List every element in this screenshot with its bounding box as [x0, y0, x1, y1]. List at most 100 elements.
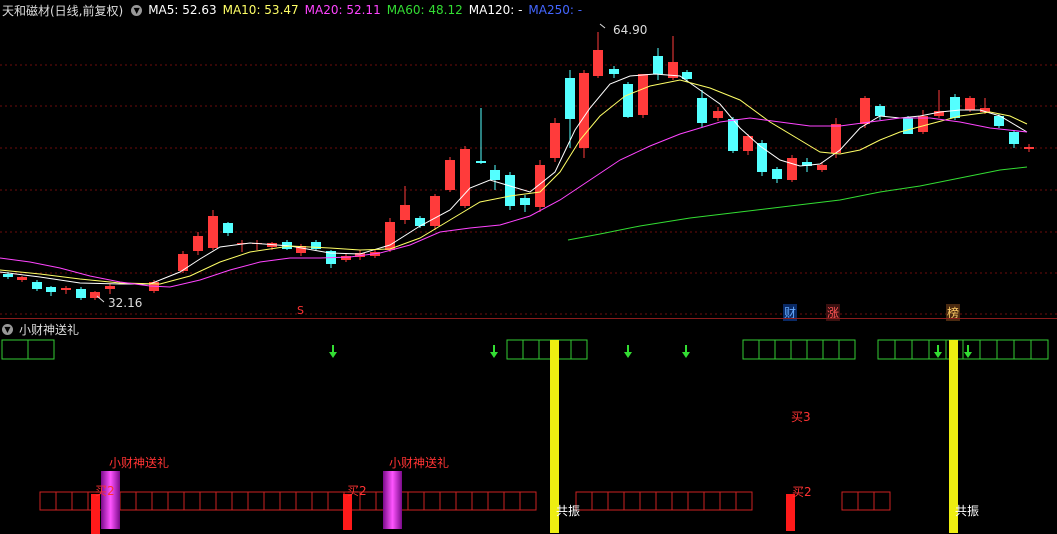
- ma60-label: MA60: 48.12: [386, 3, 463, 17]
- red-signal-box: [703, 491, 721, 511]
- ma20-label: MA20: 52.11: [304, 3, 381, 17]
- candle-body: [903, 118, 913, 134]
- candle-body: [490, 170, 500, 180]
- red-signal-box: [857, 491, 875, 511]
- indicator-label: 买2: [95, 484, 115, 498]
- candle-body: [476, 161, 486, 163]
- green-signal-box: [806, 339, 824, 360]
- candlestick-chart[interactable]: [0, 0, 1057, 318]
- ma250-label: MA250: -: [528, 3, 583, 17]
- candle-body: [860, 98, 870, 124]
- red-signal-box: [719, 491, 737, 511]
- green-signal-box: [758, 339, 776, 360]
- down-arrow-icon: [934, 352, 942, 358]
- green-signal-box: [570, 339, 588, 360]
- candle-body: [653, 56, 663, 74]
- chevron-down-icon[interactable]: ▼: [2, 323, 13, 335]
- indicator-label: 买3: [791, 410, 811, 424]
- red-signal-box: [607, 491, 625, 511]
- indicator-label: 小财神送礼: [109, 456, 170, 470]
- red-signal-box: [247, 491, 265, 511]
- candle-body: [208, 216, 218, 248]
- candle-body: [415, 218, 425, 226]
- candle-body: [638, 74, 648, 115]
- red-signal-box: [873, 491, 891, 511]
- candle-body: [697, 98, 707, 123]
- candle-body: [965, 98, 975, 110]
- green-signal-box: [962, 339, 981, 360]
- candle-body: [593, 50, 603, 76]
- red-signal-box: [591, 491, 609, 511]
- low-price-label: 32.16: [108, 296, 143, 310]
- candle-body: [193, 236, 203, 251]
- green-signal-box: [742, 339, 760, 360]
- candle-body: [713, 111, 723, 118]
- candle-body: [817, 165, 827, 170]
- red-signal-box: [735, 491, 753, 511]
- candle-body: [46, 287, 56, 292]
- red-signal-box: [455, 491, 473, 511]
- red-signal-box: [55, 491, 73, 511]
- main-chart-panel[interactable]: 天和磁材(日线,前复权) ▼ MA5: 52.63 MA10: 53.47 MA…: [0, 0, 1057, 321]
- candle-body: [17, 277, 27, 280]
- candle-body: [445, 160, 455, 190]
- ma60-line: [567, 166, 1028, 241]
- red-signal-box: [487, 491, 505, 511]
- red-signal-box: [167, 491, 185, 511]
- candle-body: [32, 282, 42, 289]
- ma120-label: MA120: -: [468, 3, 523, 17]
- candle-body: [1024, 147, 1034, 149]
- red-signal-box: [423, 491, 441, 511]
- candle-body: [831, 124, 841, 153]
- red-signal-box: [841, 491, 859, 511]
- red-signal-box: [311, 491, 329, 511]
- ma5-label: MA5: 52.63: [148, 3, 217, 17]
- red-signal-box: [71, 491, 89, 511]
- green-signal-box: [822, 339, 840, 360]
- candle-body: [520, 198, 530, 205]
- indicator-header: ▼ 小财神送礼: [0, 319, 85, 339]
- candle-body: [535, 165, 545, 207]
- candle-body: [105, 286, 115, 289]
- gift-bar: [383, 471, 402, 529]
- red-signal-box: [135, 491, 153, 511]
- candle-body: [76, 289, 86, 298]
- red-signal-box: [519, 491, 537, 511]
- green-signal-box: [1013, 339, 1032, 360]
- candle-body: [550, 123, 560, 158]
- down-arrow-icon: [624, 352, 632, 358]
- red-signal-box: [263, 491, 281, 511]
- candle-body: [178, 254, 188, 271]
- candle-body: [223, 223, 233, 233]
- indicator-label: 买2: [347, 484, 367, 498]
- down-arrow-icon: [329, 352, 337, 358]
- red-signal-box: [471, 491, 489, 511]
- red-signal-box: [199, 491, 217, 511]
- red-signal-box: [671, 491, 689, 511]
- main-chart-header: 天和磁材(日线,前复权) ▼ MA5: 52.63 MA10: 53.47 MA…: [0, 0, 588, 20]
- green-signal-box: [1, 339, 29, 360]
- green-signal-box: [838, 339, 856, 360]
- candle-body: [875, 106, 885, 116]
- green-signal-box: [877, 339, 896, 360]
- down-arrow-icon: [682, 352, 690, 358]
- red-signal-box: [439, 491, 457, 511]
- red-signal-box: [119, 491, 137, 511]
- indicator-chart[interactable]: [0, 319, 1057, 534]
- green-signal-box: [774, 339, 792, 360]
- candle-body: [61, 288, 71, 290]
- red-signal-box: [279, 491, 297, 511]
- gift-bar: [101, 471, 120, 529]
- high-price-label: 64.90: [613, 23, 648, 37]
- candle-body: [3, 274, 13, 277]
- indicator-panel[interactable]: ▼ 小财神送礼 小财神送礼 买2 小财神送礼 买2 共振 买3 买2 共振: [0, 318, 1057, 534]
- candle-body: [400, 205, 410, 220]
- indicator-label: 共振: [955, 504, 980, 518]
- indicator-label: 小财神送礼: [389, 456, 450, 470]
- chevron-down-icon[interactable]: ▼: [131, 4, 143, 16]
- green-signal-box: [790, 339, 808, 360]
- red-signal-box: [151, 491, 169, 511]
- indicator-title: 小财神送礼: [19, 322, 80, 337]
- green-signal-box: [1030, 339, 1049, 360]
- candle-body: [579, 73, 589, 148]
